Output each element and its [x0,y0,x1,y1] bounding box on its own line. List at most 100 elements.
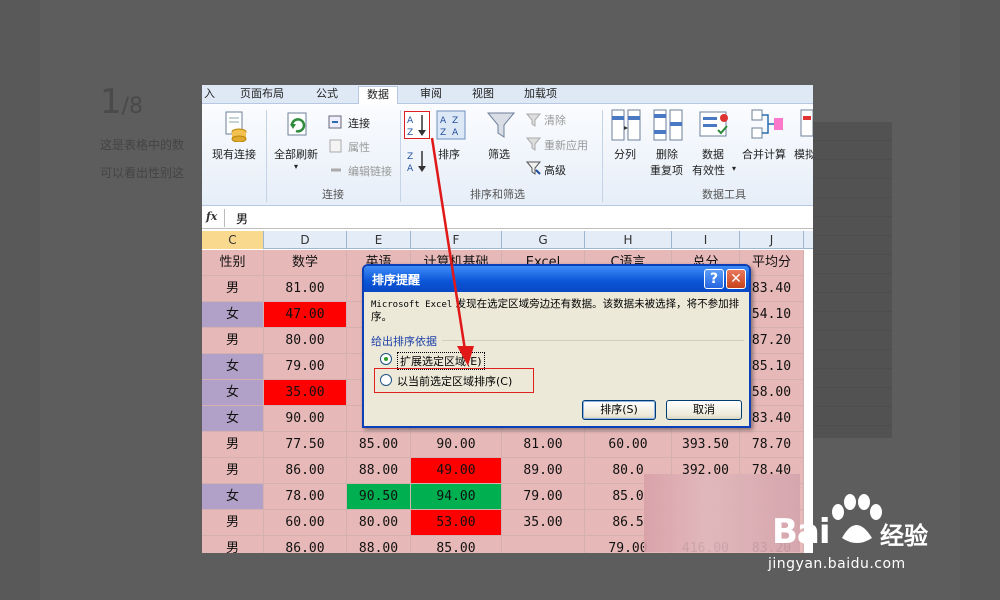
tab-page-layout[interactable]: 页面布局 [240,86,284,104]
baidu-paw-icon [832,494,882,543]
consolidate-button[interactable]: 合并计算 [742,146,786,162]
data-cell[interactable] [502,536,585,553]
data-cell[interactable]: 女 [202,302,264,328]
data-cell[interactable]: 78.00 [264,484,347,510]
message-product: Microsoft Excel [371,300,453,310]
connections-button[interactable]: 连接 [348,115,370,131]
help-button[interactable]: ? [704,269,724,289]
text-to-columns-button[interactable]: 分列 [614,146,636,162]
tab-view[interactable]: 视图 [472,86,494,104]
baidu-logo-text: Bai [772,512,831,552]
data-cell[interactable]: 男 [202,432,264,458]
data-cell[interactable]: 男 [202,328,264,354]
data-cell[interactable]: 女 [202,354,264,380]
data-cell[interactable]: 35.00 [264,380,347,406]
tab-addins[interactable]: 加载项 [524,86,557,104]
data-cell[interactable]: 89.00 [502,458,585,484]
refresh-dropdown-icon[interactable]: ▾ [294,162,298,171]
clear-button[interactable]: 清除 [544,112,566,128]
column-header-f[interactable]: F [411,231,502,249]
sort-dialog-icon: AZ ZA [436,110,466,140]
properties-button[interactable]: 属性 [348,139,370,155]
data-cell[interactable]: 男 [202,276,264,302]
data-validation-dropdown-icon[interactable]: ▾ [732,164,736,173]
article-text-line-1: 这是表格中的数 [100,138,185,152]
ribbon-separator [266,110,267,202]
data-cell[interactable]: 女 [202,380,264,406]
data-cell[interactable]: 81.00 [264,276,347,302]
data-cell[interactable]: 女 [202,484,264,510]
data-cell[interactable]: 88.00 [347,458,411,484]
remove-duplicates-button[interactable]: 删除 [656,146,678,162]
data-cell[interactable]: 77.50 [264,432,347,458]
data-cell[interactable]: 78.70 [740,432,804,458]
reapply-button[interactable]: 重新应用 [544,137,588,153]
data-cell[interactable]: 80.00 [264,328,347,354]
data-cell[interactable]: 60.00 [264,510,347,536]
data-cell[interactable]: 男 [202,510,264,536]
data-cell[interactable]: 35.00 [502,510,585,536]
column-header-c[interactable]: C [202,231,264,249]
column-header-g[interactable]: G [502,231,585,249]
existing-connections-icon [225,111,247,142]
column-header-h[interactable]: H [585,231,672,249]
data-cell[interactable]: 79.00 [502,484,585,510]
data-cell[interactable]: 393.50 [672,432,740,458]
data-cell[interactable]: 85.00 [347,432,411,458]
sort-button[interactable]: 排序 [438,146,460,162]
data-cell[interactable]: 85.00 [411,536,502,553]
data-cell[interactable]: 79.00 [264,354,347,380]
sort-ascending-button[interactable]: A Z [404,111,430,139]
data-cell[interactable]: 男 [202,458,264,484]
edit-links-button[interactable]: 编辑链接 [348,163,392,179]
tab-insert[interactable]: 入 [204,86,215,104]
data-cell[interactable]: 86.00 [264,458,347,484]
remove-duplicates-label-2: 重复项 [650,164,683,177]
page-counter: 1/8 [100,82,144,122]
header-cell[interactable]: 数学 [264,250,347,276]
jingyan-logo-text: 经验 [880,522,928,550]
refresh-all-button[interactable]: 全部刷新 [274,146,318,162]
data-cell[interactable]: 88.00 [347,536,411,553]
tab-formulas[interactable]: 公式 [316,86,338,104]
close-button[interactable]: ✕ [726,269,746,289]
data-cell[interactable]: 男 [202,536,264,553]
data-cell[interactable]: 90.00 [411,432,502,458]
data-cell[interactable]: 90.00 [264,406,347,432]
dialog-title-bar[interactable]: 排序提醒 ? ✕ [364,266,749,292]
tab-data[interactable]: 数据 [358,86,398,105]
fx-icon[interactable]: fx [206,210,217,223]
whatif-button[interactable]: 模拟 [794,146,813,162]
data-cell[interactable]: 80.00 [347,510,411,536]
data-cell[interactable]: 53.00 [411,510,502,536]
sort-az-icon: A Z [407,115,426,138]
data-cell[interactable]: 81.00 [502,432,585,458]
svg-text:A: A [440,116,447,126]
advanced-filter-button[interactable]: 高级 [544,162,566,178]
header-cell[interactable]: 性别 [202,250,264,276]
sort-ok-button[interactable]: 排序(S) [582,400,656,420]
formula-input[interactable]: 男 [236,210,248,227]
group-label-data-tools: 数据工具 [702,188,746,201]
existing-connections-button[interactable]: 现有连接 [212,146,256,162]
column-header-j[interactable]: J [740,231,804,249]
data-cell[interactable]: 86.00 [264,536,347,553]
column-header-e[interactable]: E [347,231,411,249]
filter-button[interactable]: 筛选 [488,146,510,162]
svg-text:Z: Z [452,116,458,126]
data-cell[interactable]: 49.00 [411,458,502,484]
text-to-columns-icon [611,109,641,141]
data-validation-button[interactable]: 数据 [702,146,724,162]
cancel-button[interactable]: 取消 [666,400,742,420]
data-cell[interactable]: 47.00 [264,302,347,328]
formula-bar: fx 男 [202,207,813,229]
data-cell[interactable]: 90.50 [347,484,411,510]
data-cell[interactable]: 94.00 [411,484,502,510]
radio-expand-indicator[interactable] [380,353,392,365]
tab-review[interactable]: 审阅 [420,86,442,104]
column-header-i[interactable]: I [672,231,740,249]
column-header-d[interactable]: D [264,231,347,249]
data-cell[interactable]: 女 [202,406,264,432]
data-cell[interactable]: 60.00 [585,432,672,458]
sort-za-icon[interactable]: Z A [405,148,429,174]
